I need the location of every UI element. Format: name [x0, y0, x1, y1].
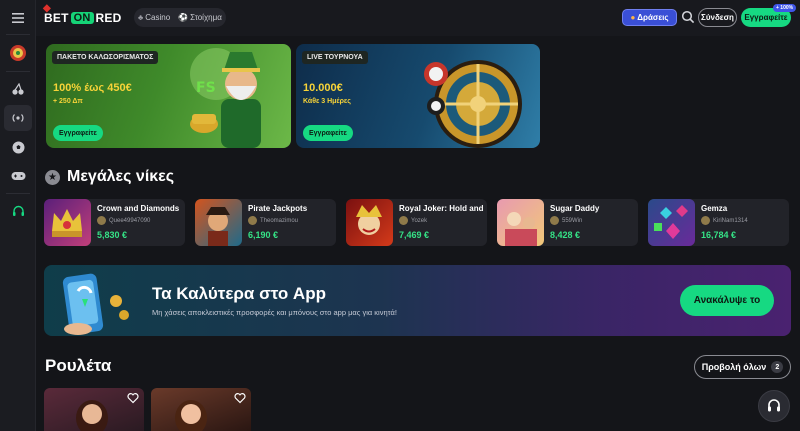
promotions-button[interactable]: ● Δράσεις	[622, 9, 677, 26]
nav-casino-label: Casino	[145, 13, 171, 22]
live-broadcast-icon[interactable]	[4, 105, 32, 131]
cherries-icon: ♣	[138, 13, 144, 22]
login-button[interactable]: Σύνδεση	[698, 8, 737, 27]
gamepad-icon[interactable]	[4, 163, 32, 189]
banner-title: 100% έως 450€	[53, 82, 132, 94]
win-user: 559Win	[550, 216, 582, 225]
search-icon[interactable]	[681, 10, 695, 24]
avatar	[248, 216, 257, 225]
nav-sports[interactable]: ⚽ Στοίχημα	[178, 13, 222, 22]
logo-text-right: RED	[95, 11, 122, 25]
soccer-ball-icon: ⚽	[178, 13, 189, 22]
win-amount: 8,428 €	[550, 230, 581, 240]
win-amount: 7,469 €	[399, 230, 430, 240]
phone-download-icon	[62, 273, 129, 335]
win-username: Yozek	[411, 217, 428, 224]
win-card[interactable]: Royal Joker: Hold and Yozek 7,469 €	[346, 199, 487, 246]
win-game-name: Pirate Jackpots	[248, 204, 308, 213]
dice-icon: ◆	[43, 3, 51, 14]
star-icon: ★	[45, 170, 60, 185]
win-game-name: Crown and Diamonds	[97, 204, 180, 213]
app-promo-subtitle: Μη χάσεις αποκλειστικές προσφορές και μπ…	[152, 308, 397, 317]
leprechaun-illustration: FS	[190, 48, 261, 148]
banner-subtitle: Κάθε 3 Ημέρες	[303, 98, 351, 105]
banner-tag: ΠΑΚΕΤΟ ΚΑΛΩΣΟΡΙΣΜΑΤΟΣ	[52, 51, 159, 64]
win-username: 559Win	[562, 217, 583, 224]
cherries-icon[interactable]	[4, 76, 32, 102]
sidebar-divider	[6, 193, 30, 194]
game-thumbnail	[195, 199, 242, 246]
game-thumbnail	[44, 199, 91, 246]
app-promo-title: Τα Καλύτερα στο App	[152, 284, 326, 303]
promotions-label: Δράσεις	[637, 13, 669, 22]
win-card[interactable]: Gemza KiriNam1314 16,784 €	[648, 199, 789, 246]
top-header: ◆ BET ON RED ♣ Casino ⚽ Στοίχημα ● Δράσεις…	[36, 0, 800, 36]
menu-icon[interactable]	[4, 5, 32, 31]
win-card[interactable]: Sugar Daddy 559Win 8,428 €	[497, 199, 638, 246]
banner-title: 10.000€	[303, 82, 343, 94]
avatar	[701, 216, 710, 225]
headset-icon[interactable]	[4, 198, 32, 224]
roulette-title: Ρουλέτα	[45, 356, 112, 375]
banner-signup-button[interactable]: Εγγραφείτε	[53, 125, 103, 141]
roulette-wheel-icon[interactable]	[4, 40, 32, 66]
discover-app-button[interactable]: Ανακάλυψε το	[680, 285, 774, 316]
banner-signup-button[interactable]: Εγγραφείτε	[303, 125, 353, 141]
banner-tag: LIVE ΤΟΥΡΝΟΥΑ	[302, 51, 368, 64]
view-all-button[interactable]: Προβολή όλων 2	[694, 355, 791, 379]
big-wins-title: Μεγάλες νίκες	[67, 168, 175, 185]
win-game-name: Sugar Daddy	[550, 204, 600, 213]
support-chat-button[interactable]	[758, 390, 790, 422]
win-username: KiriNam1314	[713, 217, 748, 224]
svg-text:FS: FS	[196, 80, 216, 96]
live-tournament-banner[interactable]: LIVE ΤΟΥΡΝΟΥΑ 10.000€ Κάθε 3 Ημέρες Εγγρ…	[296, 44, 540, 148]
sidebar	[0, 0, 36, 431]
win-user: Theomazimou	[248, 216, 298, 225]
app-promo-banner[interactable]: Τα Καλύτερα στο App Μη χάσεις αποκλειστι…	[44, 265, 791, 336]
game-thumbnail	[648, 199, 695, 246]
win-amount: 6,190 €	[248, 230, 279, 240]
headset-icon	[768, 399, 780, 412]
signup-badge: + 100%	[773, 4, 797, 12]
win-user: Yozek	[399, 216, 427, 225]
brand-logo[interactable]: ◆ BET ON RED	[43, 3, 122, 27]
banner-subtitle: + 250 Δπ	[53, 98, 83, 105]
win-game-name: Gemza	[701, 204, 728, 213]
win-username: Theomazimou	[260, 217, 299, 224]
game-thumbnail	[497, 199, 544, 246]
heart-icon[interactable]	[127, 392, 139, 404]
win-card[interactable]: Crown and Diamonds Quee49947090 5,830 €	[44, 199, 185, 246]
view-all-label: Προβολή όλων	[701, 362, 767, 372]
win-game-name: Royal Joker: Hold and	[399, 204, 484, 213]
roulette-game-card[interactable]	[151, 388, 251, 431]
welcome-bonus-banner[interactable]: FS ΠΑΚΕΤΟ ΚΑΛΩΣΟΡΙΣΜΑΤΟΣ 100% έως 450€ +…	[46, 44, 291, 148]
avatar	[97, 216, 106, 225]
sidebar-divider	[6, 71, 30, 72]
roulette-game-card[interactable]	[44, 388, 144, 431]
win-amount: 5,830 €	[97, 230, 128, 240]
win-user: Quee49947090	[97, 216, 150, 225]
roulette-wheel-illustration	[424, 60, 522, 148]
sidebar-divider	[6, 34, 30, 35]
main-nav: ♣ Casino ⚽ Στοίχημα	[134, 8, 226, 27]
nav-casino[interactable]: ♣ Casino	[138, 13, 170, 22]
view-all-count: 2	[771, 361, 784, 373]
soccer-ball-icon[interactable]	[4, 134, 32, 160]
game-thumbnail	[346, 199, 393, 246]
avatar	[550, 216, 559, 225]
win-user: KiriNam1314	[701, 216, 748, 225]
logo-text-mid: ON	[70, 12, 94, 24]
win-username: Quee49947090	[109, 217, 151, 224]
rocket-icon: ●	[630, 13, 636, 22]
win-card[interactable]: Pirate Jackpots Theomazimou 6,190 €	[195, 199, 336, 246]
win-amount: 16,784 €	[701, 230, 737, 240]
avatar	[399, 216, 408, 225]
heart-icon[interactable]	[234, 392, 246, 404]
nav-sports-label: Στοίχημα	[190, 13, 222, 22]
